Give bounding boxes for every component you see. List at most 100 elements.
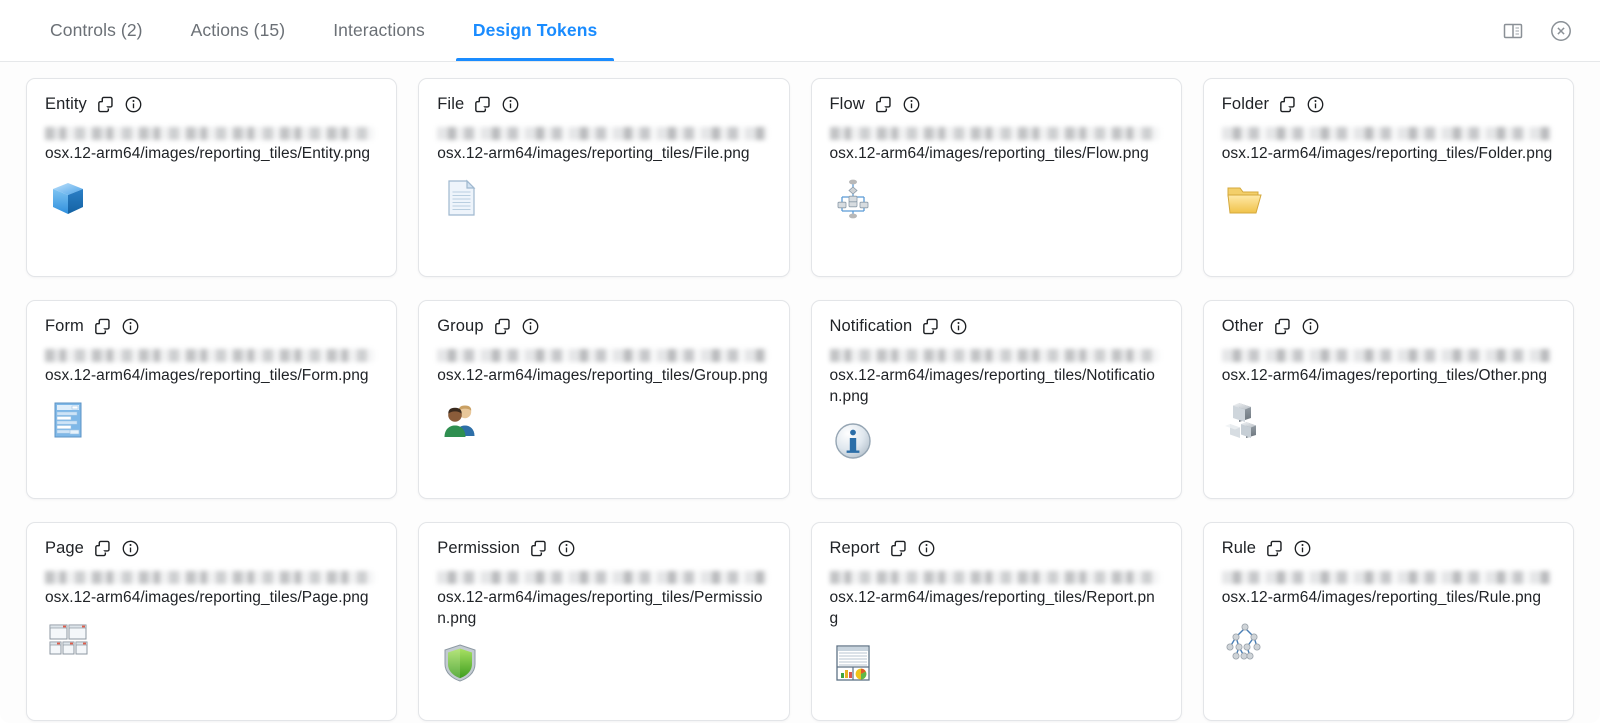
info-icon[interactable] — [124, 95, 143, 114]
redacted-path-prefix — [437, 125, 770, 142]
info-badge-icon — [830, 418, 876, 464]
yellow-folder-icon — [1222, 175, 1268, 221]
token-card-path: osx.12-arm64/images/reporting_tiles/Flow… — [830, 143, 1163, 164]
token-card-title: Flow — [830, 95, 865, 114]
token-card-path: osx.12-arm64/images/reporting_tiles/Page… — [45, 587, 378, 608]
token-card-path: osx.12-arm64/images/reporting_tiles/Rule… — [1222, 587, 1555, 608]
blue-form-icon — [45, 397, 91, 443]
design-tokens-panel: Controls (2)Actions (15)InteractionsDesi… — [0, 0, 1600, 723]
token-card[interactable]: Other osx.12-arm64/images/reporting_tile… — [1203, 300, 1574, 499]
info-icon[interactable] — [902, 95, 921, 114]
info-icon[interactable] — [121, 539, 140, 558]
info-icon[interactable] — [1306, 95, 1325, 114]
token-card-header: Form — [45, 317, 378, 336]
token-card[interactable]: Rule osx.12-arm64/images/reporting_tiles… — [1203, 522, 1574, 721]
copy-icon[interactable] — [1278, 95, 1297, 114]
token-card-header: Permission — [437, 539, 770, 558]
flowchart-icon — [830, 175, 876, 221]
tab-bar-actions — [1500, 0, 1582, 61]
panel-layout-icon[interactable] — [1500, 18, 1526, 44]
tokens-scroll-area[interactable]: Entity osx.12-arm64/images/reporting_til… — [0, 62, 1600, 723]
gray-cubes-icon — [1222, 397, 1268, 443]
token-card[interactable]: Entity osx.12-arm64/images/reporting_til… — [26, 78, 397, 277]
info-icon[interactable] — [1301, 317, 1320, 336]
token-card-title: Other — [1222, 317, 1264, 336]
copy-icon[interactable] — [889, 539, 908, 558]
copy-icon[interactable] — [1273, 317, 1292, 336]
blue-cube-icon — [45, 175, 91, 221]
token-card-title: Notification — [830, 317, 913, 336]
token-card-title: Permission — [437, 539, 520, 558]
info-icon[interactable] — [949, 317, 968, 336]
token-card-header: File — [437, 95, 770, 114]
tab-interactions[interactable]: Interactions — [309, 0, 449, 61]
redacted-path-prefix — [437, 347, 770, 364]
tokens-body: Entity osx.12-arm64/images/reporting_til… — [0, 62, 1600, 723]
token-card-header: Folder — [1222, 95, 1555, 114]
copy-icon[interactable] — [921, 317, 940, 336]
copy-icon[interactable] — [493, 317, 512, 336]
info-icon[interactable] — [121, 317, 140, 336]
token-card[interactable]: Group osx.12-arm64/images/reporting_tile… — [418, 300, 789, 499]
redacted-path-prefix — [1222, 125, 1555, 142]
token-card-header: Other — [1222, 317, 1555, 336]
token-card[interactable]: Page osx.12-arm64/images/reporting_tiles… — [26, 522, 397, 721]
token-card-header: Page — [45, 539, 378, 558]
token-card[interactable]: Notification osx.12-arm64/images/reporti… — [811, 300, 1182, 499]
token-card-title: Page — [45, 539, 84, 558]
token-card-header: Report — [830, 539, 1163, 558]
redacted-path-prefix — [45, 569, 378, 586]
close-icon[interactable] — [1548, 18, 1574, 44]
token-card[interactable]: File osx.12-arm64/images/reporting_tiles… — [418, 78, 789, 277]
token-card-path: osx.12-arm64/images/reporting_tiles/Form… — [45, 365, 378, 386]
redacted-path-prefix — [437, 569, 770, 586]
info-icon[interactable] — [521, 317, 540, 336]
token-card-title: Report — [830, 539, 880, 558]
token-card[interactable]: Permission osx.12-arm64/images/reporting… — [418, 522, 789, 721]
token-card-title: Folder — [1222, 95, 1269, 114]
tab-design-tokens[interactable]: Design Tokens — [449, 0, 621, 61]
token-card-header: Rule — [1222, 539, 1555, 558]
info-icon[interactable] — [501, 95, 520, 114]
token-card-title: Entity — [45, 95, 87, 114]
token-card-path: osx.12-arm64/images/reporting_tiles/File… — [437, 143, 770, 164]
token-card-header: Notification — [830, 317, 1163, 336]
copy-icon[interactable] — [473, 95, 492, 114]
token-card-path: osx.12-arm64/images/reporting_tiles/Noti… — [830, 365, 1163, 407]
info-icon[interactable] — [557, 539, 576, 558]
token-card-title: File — [437, 95, 464, 114]
redacted-path-prefix — [830, 569, 1163, 586]
two-people-icon — [437, 397, 483, 443]
copy-icon[interactable] — [1265, 539, 1284, 558]
copy-icon[interactable] — [96, 95, 115, 114]
redacted-path-prefix — [1222, 347, 1555, 364]
token-card-title: Rule — [1222, 539, 1256, 558]
copy-icon[interactable] — [93, 317, 112, 336]
document-page-icon — [437, 175, 483, 221]
tab-controls-2[interactable]: Controls (2) — [26, 0, 167, 61]
info-icon[interactable] — [1293, 539, 1312, 558]
token-card-grid: Entity osx.12-arm64/images/reporting_til… — [0, 62, 1600, 721]
token-card-title: Form — [45, 317, 84, 336]
redacted-path-prefix — [45, 347, 378, 364]
token-card[interactable]: Flow osx.12-arm64/images/reporting_tiles… — [811, 78, 1182, 277]
tab-actions-15[interactable]: Actions (15) — [167, 0, 310, 61]
info-icon[interactable] — [917, 539, 936, 558]
token-card[interactable]: Folder osx.12-arm64/images/reporting_til… — [1203, 78, 1574, 277]
decision-tree-icon — [1222, 619, 1268, 665]
copy-icon[interactable] — [874, 95, 893, 114]
token-card-path: osx.12-arm64/images/reporting_tiles/Othe… — [1222, 365, 1555, 386]
token-card[interactable]: Report osx.12-arm64/images/reporting_til… — [811, 522, 1182, 721]
green-shield-icon — [437, 640, 483, 686]
redacted-path-prefix — [1222, 569, 1555, 586]
token-card-path: osx.12-arm64/images/reporting_tiles/Perm… — [437, 587, 770, 629]
token-card-title: Group — [437, 317, 483, 336]
copy-icon[interactable] — [529, 539, 548, 558]
redacted-path-prefix — [830, 347, 1163, 364]
token-card-header: Entity — [45, 95, 378, 114]
token-card-header: Flow — [830, 95, 1163, 114]
token-card[interactable]: Form osx.12-arm64/images/reporting_tiles… — [26, 300, 397, 499]
window-tiles-icon — [45, 619, 91, 665]
token-card-path: osx.12-arm64/images/reporting_tiles/Repo… — [830, 587, 1163, 629]
copy-icon[interactable] — [93, 539, 112, 558]
